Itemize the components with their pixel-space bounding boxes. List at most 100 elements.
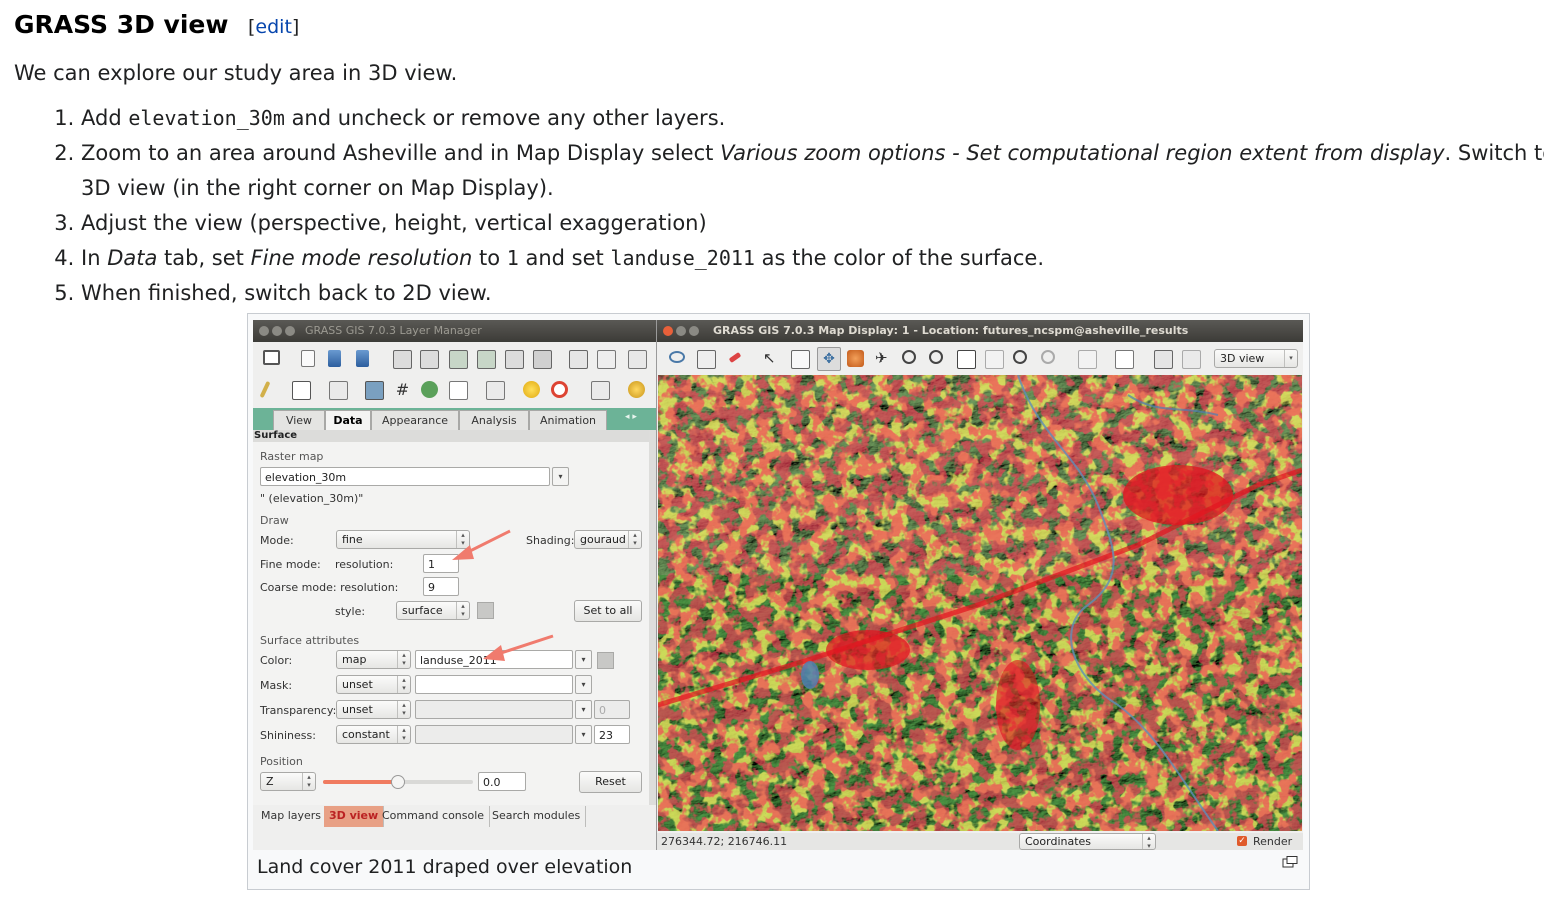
axis-select[interactable]: Z ▴ ▾	[260, 772, 316, 791]
query-icon[interactable]	[791, 350, 810, 369]
print-icon[interactable]	[1182, 350, 1201, 369]
close-icon[interactable]	[663, 326, 673, 336]
save-display-icon[interactable]	[1154, 350, 1173, 369]
color-swatch[interactable]	[597, 652, 614, 669]
render-checkbox[interactable]: ✓	[1237, 836, 1247, 846]
tab-search-modules[interactable]: Search modules	[487, 806, 587, 827]
layout-icon[interactable]	[486, 381, 505, 400]
raster-map-field[interactable]: elevation_30m	[260, 467, 550, 486]
raster-map-dropdown[interactable]: ▾	[552, 467, 569, 486]
coarse-resolution-spin[interactable]: 9	[423, 577, 459, 596]
shininess-type-select[interactable]: constant ▴ ▾	[336, 725, 411, 744]
transparency-type-select[interactable]: unset ▴ ▾	[336, 700, 411, 719]
new-workspace-icon[interactable]	[301, 350, 315, 367]
zoom-extent-icon[interactable]	[957, 350, 976, 369]
eye-icon[interactable]	[669, 351, 685, 363]
close-icon[interactable]	[259, 326, 269, 336]
maximize-icon[interactable]	[285, 326, 295, 336]
shininess-map-dropdown[interactable]: ▾	[575, 725, 592, 744]
panel-scrollbar[interactable]	[649, 430, 656, 805]
new-display-icon[interactable]	[263, 350, 280, 365]
settings-icon[interactable]	[523, 381, 540, 398]
surface-attributes-group-label: Surface attributes	[260, 634, 360, 647]
save-workspace-icon[interactable]	[356, 350, 369, 367]
tab-command-console[interactable]: Command console	[377, 806, 491, 827]
set-to-all-button[interactable]: Set to all	[574, 600, 642, 622]
magnify-icon[interactable]	[1282, 856, 1298, 868]
transparency-map-dropdown[interactable]: ▾	[575, 700, 592, 719]
step-5: When finished, switch back to 2D view.	[81, 276, 1544, 311]
figure-screenshot[interactable]: GRASS GIS 7.0.3 Layer Manager # View Dat…	[253, 320, 1303, 850]
tab-scroll-arrows-icon[interactable]: ◂ ▸	[625, 412, 637, 422]
position-slider[interactable]	[323, 775, 473, 789]
chevron-updown-icon: ▴ ▾	[1142, 834, 1155, 850]
view-mode-select[interactable]: 3D view ▾	[1214, 349, 1298, 368]
georect-icon[interactable]	[421, 381, 438, 398]
mask-type-select[interactable]: unset ▴ ▾	[336, 675, 411, 694]
flythrough-icon[interactable]: ✈	[875, 350, 892, 367]
tab-data[interactable]: Data	[325, 410, 371, 430]
move-3d-icon[interactable]	[847, 350, 864, 367]
tab-view[interactable]: View	[273, 410, 325, 430]
pencil-icon[interactable]	[259, 380, 271, 399]
zoom-out-icon[interactable]	[929, 350, 943, 364]
color-type-select[interactable]: map ▴ ▾	[336, 650, 411, 669]
reset-button[interactable]: Reset	[579, 771, 642, 793]
open-workspace-icon[interactable]	[328, 350, 341, 367]
grid-icon[interactable]: #	[394, 381, 411, 398]
tab-analysis[interactable]: Analysis	[459, 410, 529, 430]
gear-icon[interactable]	[628, 381, 645, 398]
add-decoration-icon[interactable]	[1115, 350, 1134, 369]
shading-select[interactable]: gouraud ▴ ▾	[574, 530, 642, 549]
display-icon[interactable]	[591, 381, 610, 400]
map-display-window: GRASS GIS 7.0.3 Map Display: 1 - Locatio…	[657, 320, 1303, 850]
statusbar-mode-select[interactable]: Coordinates ▴ ▾	[1019, 833, 1156, 850]
zoom-options-icon[interactable]	[1041, 350, 1055, 364]
3d-map-canvas[interactable]	[658, 375, 1302, 831]
map-statusbar: 276344.72; 216746.11 Coordinates ▴ ▾ ✓ Ren…	[657, 833, 1303, 850]
add-multiple-raster-icon[interactable]	[420, 350, 439, 369]
delete-layer-icon[interactable]	[597, 350, 616, 369]
mask-map-dropdown[interactable]: ▾	[575, 675, 592, 694]
position-slider-handle[interactable]	[391, 775, 405, 789]
add-overlay-icon[interactable]	[505, 350, 524, 369]
tab-3d-view[interactable]: 3D view	[324, 806, 385, 827]
step-4: In Data tab, set Fine mode resolution to…	[81, 241, 1544, 276]
analyze-icon[interactable]	[1078, 350, 1097, 369]
zoom-region-icon[interactable]	[985, 350, 1004, 369]
position-value-field[interactable]: 0.0	[478, 772, 526, 791]
pan-icon[interactable]: ✥	[817, 347, 841, 371]
add-vector-icon[interactable]	[449, 350, 468, 369]
add-group-icon[interactable]	[569, 350, 588, 369]
attribute-table-icon[interactable]	[292, 381, 311, 400]
script-icon[interactable]	[449, 381, 468, 400]
erase-icon[interactable]	[728, 352, 742, 363]
color-map-dropdown[interactable]: ▾	[575, 650, 592, 669]
zoom-in-icon[interactable]	[902, 350, 916, 364]
minimize-icon[interactable]	[676, 326, 686, 336]
modeler-icon[interactable]	[365, 381, 384, 400]
edit-link[interactable]: edit	[255, 16, 291, 38]
shininess-label: Shininess:	[260, 729, 316, 742]
help-icon[interactable]	[551, 381, 568, 398]
map-toolbar: ↖ ✥ ✈ 3D view ▾	[657, 343, 1303, 375]
minimize-icon[interactable]	[272, 326, 282, 336]
zoom-back-icon[interactable]	[1013, 350, 1027, 364]
wire-color-swatch[interactable]	[477, 602, 494, 619]
add-multiple-vector-icon[interactable]	[477, 350, 496, 369]
surface-section-header[interactable]: Surface	[253, 430, 650, 442]
add-misc-icon[interactable]	[533, 350, 552, 369]
tab-appearance[interactable]: Appearance	[371, 410, 459, 430]
add-raster-icon[interactable]	[393, 350, 412, 369]
mapcalc-icon[interactable]	[329, 381, 348, 400]
pointer-icon[interactable]: ↖	[763, 350, 780, 367]
tab-animation[interactable]: Animation	[529, 410, 607, 430]
shininess-value-spin[interactable]: 23	[594, 725, 630, 744]
import-icon[interactable]	[628, 350, 647, 369]
mask-map-field[interactable]	[415, 675, 573, 694]
maximize-icon[interactable]	[689, 326, 699, 336]
style-select[interactable]: surface ▴ ▾	[396, 601, 470, 620]
draw-group-label: Draw	[260, 514, 289, 527]
tab-map-layers[interactable]: Map layers	[256, 806, 328, 827]
render-map-icon[interactable]	[697, 350, 716, 369]
